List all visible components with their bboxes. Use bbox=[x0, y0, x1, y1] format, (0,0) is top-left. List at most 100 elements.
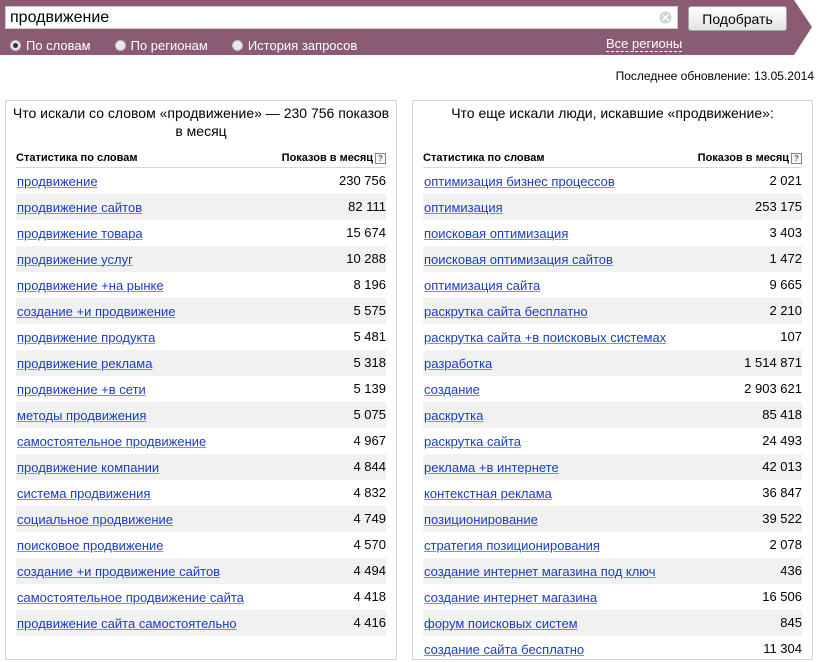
keyword-link[interactable]: продвижение реклама bbox=[17, 356, 152, 371]
search-header: Подобрать По словам По регионам История … bbox=[0, 0, 819, 55]
impressions-count: 82 111 bbox=[348, 199, 386, 214]
mode-by-regions-label: По регионам bbox=[130, 37, 208, 53]
keyword-link[interactable]: самостоятельное продвижение bbox=[17, 434, 206, 449]
impressions-count: 8 196 bbox=[353, 277, 386, 292]
table-row: система продвижения 4 832 bbox=[16, 480, 386, 506]
help-icon[interactable]: ? bbox=[791, 152, 802, 164]
table-row: оптимизация сайта 9 665 bbox=[423, 272, 802, 298]
table-row: продвижение товара 15 674 bbox=[16, 220, 386, 246]
keyword-link[interactable]: создание bbox=[424, 382, 480, 397]
radio-icon[interactable] bbox=[114, 39, 126, 51]
submit-search-button[interactable]: Подобрать bbox=[688, 6, 787, 31]
radio-icon[interactable] bbox=[231, 39, 243, 51]
impressions-count: 4 967 bbox=[353, 433, 386, 448]
keyword-link[interactable]: создание сайта бесплатно bbox=[424, 642, 584, 657]
keyword-link[interactable]: раскрутка bbox=[424, 408, 483, 423]
table-row: создание интернет магазина 16 506 bbox=[423, 584, 802, 610]
keyword-link[interactable]: продвижение +на рынке bbox=[17, 278, 164, 293]
panel-title: Что еще искали люди, искавшие «продвижен… bbox=[451, 105, 774, 121]
table-row: продвижение компании 4 844 bbox=[16, 454, 386, 480]
keyword-list: оптимизация бизнес процессов 2 021 оптимиз… bbox=[423, 168, 802, 662]
help-icon[interactable]: ? bbox=[375, 152, 386, 164]
keyword-link[interactable]: оптимизация сайта bbox=[424, 278, 540, 293]
keyword-link[interactable]: самостоятельное продвижение сайта bbox=[17, 590, 244, 605]
table-row: методы продвижения 5 075 bbox=[16, 402, 386, 428]
impressions-count: 2 021 bbox=[769, 173, 802, 188]
keyword-link[interactable]: раскрутка сайта bbox=[424, 434, 521, 449]
impressions-count: 4 418 bbox=[353, 589, 386, 604]
keyword-link[interactable]: оптимизация бизнес процессов bbox=[424, 174, 615, 189]
keyword-link[interactable]: создание интернет магазина bbox=[424, 590, 597, 605]
impressions-count: 3 403 bbox=[769, 225, 802, 240]
impressions-count: 1 514 871 bbox=[744, 355, 802, 370]
impressions-count: 5 318 bbox=[353, 355, 386, 370]
table-row: самостоятельное продвижение сайта 4 418 bbox=[16, 584, 386, 610]
impressions-count: 11 304 bbox=[763, 641, 802, 656]
impressions-count: 5 139 bbox=[353, 381, 386, 396]
impressions-count: 1 472 bbox=[769, 251, 802, 266]
keyword-link[interactable]: поисковая оптимизация сайтов bbox=[424, 252, 613, 267]
table-header: Статистика по словам Показов в месяц ? bbox=[16, 151, 386, 168]
keyword-link[interactable]: создание +и продвижение bbox=[17, 304, 176, 319]
column-header-count: Показов в месяц ? bbox=[282, 151, 386, 165]
impressions-count: 230 756 bbox=[339, 173, 386, 188]
keyword-link[interactable]: система продвижения bbox=[17, 486, 150, 501]
radio-icon[interactable] bbox=[10, 39, 21, 51]
keyword-link[interactable]: контекстная реклама bbox=[424, 486, 552, 501]
keyword-link[interactable]: реклама +в интернете bbox=[424, 460, 559, 475]
keyword-list: продвижение 230 756 продвижение сайтов 82 1… bbox=[16, 168, 386, 636]
keyword-link[interactable]: поисковое продвижение bbox=[17, 538, 164, 553]
keyword-link[interactable]: продвижение продукта bbox=[17, 330, 155, 345]
table-row: позиционирование 39 522 bbox=[423, 506, 802, 532]
table-row: поисковая оптимизация 3 403 bbox=[423, 220, 802, 246]
keyword-link[interactable]: методы продвижения bbox=[17, 408, 146, 423]
keyword-link[interactable]: форум поисковых систем bbox=[424, 616, 578, 631]
column-header-count: Показов в месяц ? bbox=[698, 151, 802, 165]
keyword-link[interactable]: раскрутка сайта +в поисковых системах bbox=[424, 330, 666, 345]
keyword-link[interactable]: продвижение услуг bbox=[17, 252, 133, 267]
table-row: поисковая оптимизация сайтов 1 472 bbox=[423, 246, 802, 272]
keyword-link[interactable]: продвижение +в сети bbox=[17, 382, 146, 397]
table-row: реклама +в интернете 42 013 bbox=[423, 454, 802, 480]
mode-query-history-label: История запросов bbox=[247, 37, 358, 53]
impressions-count: 5 481 bbox=[353, 329, 386, 344]
keyword-link[interactable]: позиционирование bbox=[424, 512, 538, 527]
clear-search-icon[interactable] bbox=[659, 11, 672, 24]
keyword-link[interactable]: стратегия позиционирования bbox=[424, 538, 600, 553]
search-input[interactable] bbox=[6, 7, 659, 28]
keyword-link[interactable]: оптимизация bbox=[424, 200, 503, 215]
table-row: форум поисковых систем 845 bbox=[423, 610, 802, 636]
impressions-count: 4 494 bbox=[353, 563, 386, 578]
keyword-link[interactable]: продвижение сайтов bbox=[17, 200, 142, 215]
table-row: создание +и продвижение 5 575 bbox=[16, 298, 386, 324]
impressions-count: 845 bbox=[780, 615, 802, 630]
mode-query-history[interactable]: История запросов bbox=[231, 37, 358, 53]
keyword-link[interactable]: продвижение компании bbox=[17, 460, 159, 475]
keyword-link[interactable]: создание +и продвижение сайтов bbox=[17, 564, 220, 579]
table-row: продвижение +на рынке 8 196 bbox=[16, 272, 386, 298]
table-row: продвижение сайтов 82 111 bbox=[16, 194, 386, 220]
impressions-count: 16 506 bbox=[762, 589, 802, 604]
table-row: контекстная реклама 36 847 bbox=[423, 480, 802, 506]
column-header-phrase: Статистика по словам bbox=[16, 152, 138, 164]
keyword-link[interactable]: социальное продвижение bbox=[17, 512, 173, 527]
keyword-link[interactable]: продвижение сайта самостоятельно bbox=[17, 616, 237, 631]
keyword-link[interactable]: разработка bbox=[424, 356, 492, 371]
impressions-count: 4 416 bbox=[353, 615, 386, 630]
all-regions-link[interactable]: Все регионы bbox=[606, 36, 683, 52]
table-row: создание +и продвижение сайтов 4 494 bbox=[16, 558, 386, 584]
impressions-count: 36 847 bbox=[762, 485, 802, 500]
mode-by-words[interactable]: По словам bbox=[10, 38, 91, 53]
mode-by-regions[interactable]: По регионам bbox=[114, 37, 208, 53]
table-row: раскрутка сайта бесплатно 2 210 bbox=[423, 298, 802, 324]
panel-with-word: Что искали со словом «продвижение» — 230… bbox=[5, 100, 397, 660]
keyword-link[interactable]: создание интернет магазина под ключ bbox=[424, 564, 656, 579]
keyword-link[interactable]: продвижение товара bbox=[17, 226, 143, 241]
table-row: оптимизация 253 175 bbox=[423, 194, 802, 220]
impressions-count: 9 665 bbox=[769, 277, 802, 292]
impressions-count: 4 832 bbox=[353, 485, 386, 500]
keyword-link[interactable]: продвижение bbox=[17, 174, 98, 189]
impressions-count: 24 493 bbox=[762, 433, 802, 448]
keyword-link[interactable]: раскрутка сайта бесплатно bbox=[424, 304, 588, 319]
keyword-link[interactable]: поисковая оптимизация bbox=[424, 226, 568, 241]
